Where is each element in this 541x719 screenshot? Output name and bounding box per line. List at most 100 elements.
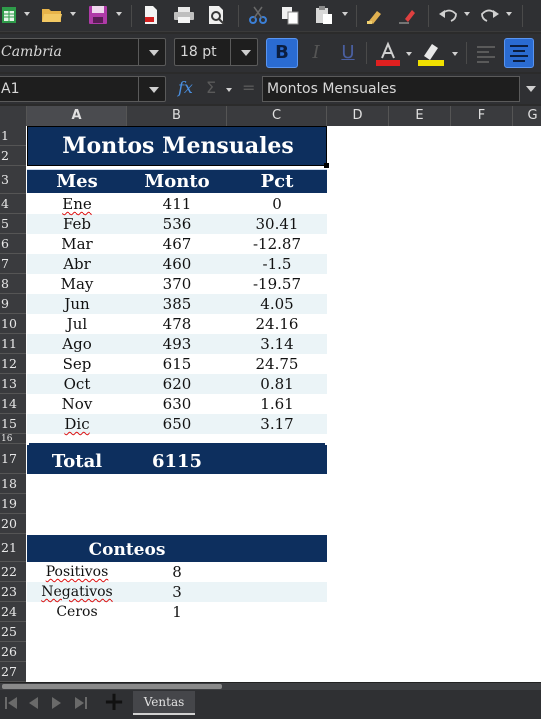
name-box[interactable]: A1 xyxy=(0,76,166,102)
formula-icon[interactable]: = xyxy=(242,78,256,100)
clear-formatting-icon[interactable] xyxy=(396,3,418,27)
row-header[interactable]: 24 xyxy=(0,602,26,622)
underline-button[interactable]: U xyxy=(336,40,360,66)
row-header[interactable]: 21 xyxy=(0,534,26,562)
highlight-color-icon xyxy=(418,44,444,66)
row-header[interactable]: 12 xyxy=(0,354,26,374)
name-box-chevron-icon[interactable] xyxy=(149,87,159,93)
row-header[interactable]: 15 xyxy=(0,414,26,434)
add-sheet-button[interactable]: + xyxy=(102,689,126,715)
font-size-combobox[interactable]: 18 pt xyxy=(174,38,258,66)
folder-open-icon[interactable] xyxy=(40,3,64,27)
undo-icon[interactable] xyxy=(436,3,460,27)
new-dropdown-chevron-icon[interactable] xyxy=(24,12,30,16)
sum-chevron-icon[interactable] xyxy=(226,88,232,92)
row-header[interactable]: 23 xyxy=(0,582,26,602)
print-preview-icon[interactable] xyxy=(206,3,228,27)
cut-icon[interactable] xyxy=(246,3,270,27)
pct-cell: -19.57 xyxy=(252,275,301,293)
previous-sheet-icon[interactable] xyxy=(26,695,40,711)
month-cell: Oct xyxy=(63,375,91,393)
next-sheet-icon[interactable] xyxy=(50,695,64,711)
expand-formula-chevron-icon[interactable] xyxy=(526,86,536,92)
last-sheet-icon[interactable] xyxy=(74,695,88,711)
save-icon[interactable] xyxy=(86,3,110,27)
sum-icon[interactable]: Σ xyxy=(206,78,222,100)
font-color-button[interactable] xyxy=(374,40,402,68)
row-header[interactable]: 11 xyxy=(0,334,26,354)
total-value: 6115 xyxy=(151,451,203,472)
sheet-title: Montos Mensuales xyxy=(62,133,294,159)
print-icon[interactable] xyxy=(172,3,196,27)
row-header[interactable]: 1 xyxy=(0,126,26,146)
row-header[interactable]: 13 xyxy=(0,374,26,394)
row-header[interactable]: 8 xyxy=(0,274,26,294)
function-wizard-icon[interactable]: fx xyxy=(178,78,198,100)
export-pdf-icon[interactable] xyxy=(140,3,162,27)
highlight-chevron-icon[interactable] xyxy=(452,52,458,56)
fill-handle[interactable] xyxy=(324,163,329,168)
row-header[interactable]: 9 xyxy=(0,294,26,314)
row-header[interactable]: 10 xyxy=(0,314,26,334)
row-header[interactable]: 27 xyxy=(0,662,26,682)
select-all-corner[interactable] xyxy=(0,106,27,126)
row-header[interactable]: 26 xyxy=(0,642,26,662)
row-header[interactable]: 7 xyxy=(0,254,26,274)
column-header-e[interactable]: E xyxy=(389,106,451,126)
bold-button[interactable]: B xyxy=(266,38,298,68)
highlight-color-button[interactable] xyxy=(416,40,446,68)
pct-cell: 0 xyxy=(272,195,282,213)
font-color-chevron-icon[interactable] xyxy=(406,52,412,56)
column-header-f[interactable]: F xyxy=(451,106,513,126)
undo-dropdown-chevron-icon[interactable] xyxy=(464,12,470,16)
save-dropdown-chevron-icon[interactable] xyxy=(116,12,122,16)
spreadsheet-grid[interactable]: A B C D E F G 1 2 3 4 5 6 7 8 9 10 11 12… xyxy=(0,106,541,682)
align-center-button[interactable] xyxy=(504,38,534,68)
italic-button[interactable]: I xyxy=(306,40,326,66)
row-header[interactable]: 20 xyxy=(0,514,26,534)
formula-input[interactable]: Montos Mensuales xyxy=(262,76,520,102)
first-sheet-icon[interactable] xyxy=(4,695,18,711)
align-left-icon[interactable] xyxy=(474,42,498,66)
row-header[interactable]: 5 xyxy=(0,214,26,234)
column-header-a[interactable]: A xyxy=(27,106,127,126)
row-header[interactable]: 19 xyxy=(0,494,26,514)
total-row[interactable]: Total 6115 xyxy=(27,445,327,474)
row-header[interactable]: 22 xyxy=(0,562,26,582)
horizontal-scrollbar[interactable] xyxy=(0,683,541,690)
row-header[interactable]: 17 xyxy=(0,444,26,474)
font-name-combobox[interactable]: Cambria xyxy=(0,38,166,66)
column-header-d[interactable]: D xyxy=(327,106,389,126)
font-size-chevron-icon[interactable] xyxy=(241,50,251,56)
sheet-tab-ventas[interactable]: Ventas xyxy=(133,691,195,715)
paste-dropdown-chevron-icon[interactable] xyxy=(342,12,348,16)
row-header[interactable]: 25 xyxy=(0,622,26,642)
month-cell: Sep xyxy=(62,355,92,373)
row-header[interactable]: 16 xyxy=(0,434,26,444)
name-box-value: A1 xyxy=(1,81,20,97)
column-header-g[interactable]: G xyxy=(513,106,541,126)
redo-icon[interactable] xyxy=(478,3,502,27)
amount-cell: 650 xyxy=(162,415,192,433)
count-label: Ceros xyxy=(56,604,98,620)
row-header[interactable]: 14 xyxy=(0,394,26,414)
title-cell[interactable]: Montos Mensuales xyxy=(27,126,327,166)
open-dropdown-chevron-icon[interactable] xyxy=(70,12,76,16)
copy-icon[interactable] xyxy=(278,3,302,27)
paste-icon[interactable] xyxy=(312,3,336,27)
font-name-chevron-icon[interactable] xyxy=(149,50,159,56)
row-header[interactable]: 4 xyxy=(0,194,26,214)
row-header[interactable]: 6 xyxy=(0,234,26,254)
month-cell: May xyxy=(60,275,94,293)
redo-dropdown-chevron-icon[interactable] xyxy=(506,12,512,16)
row-header[interactable]: 18 xyxy=(0,474,26,494)
conteos-header[interactable]: Conteos xyxy=(27,535,327,562)
column-header-b[interactable]: B xyxy=(127,106,227,126)
column-header-c[interactable]: C xyxy=(227,106,327,126)
row-header[interactable]: 2 xyxy=(0,146,26,166)
row-header[interactable]: 3 xyxy=(0,166,26,194)
count-value: 8 xyxy=(172,563,182,581)
spreadsheet-new-icon[interactable] xyxy=(0,3,18,27)
column-headers: A B C D E F G xyxy=(0,106,541,126)
clone-formatting-icon[interactable] xyxy=(364,3,386,27)
